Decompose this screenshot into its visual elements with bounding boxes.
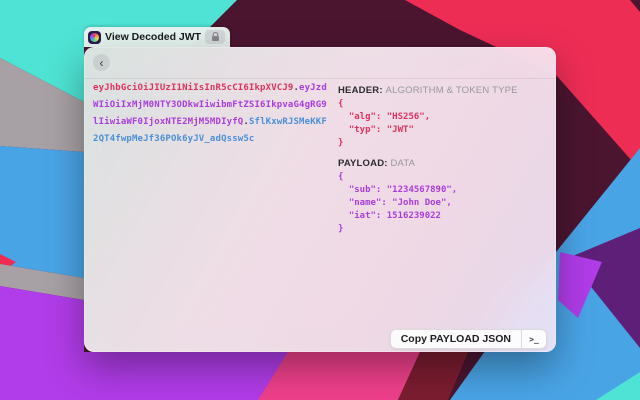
back-button[interactable]: ‹ <box>93 54 110 71</box>
copy-payload-json-label: Copy PAYLOAD JSON <box>391 330 521 348</box>
jwt-extension-icon <box>88 31 101 44</box>
terminal-prompt-icon: >_ <box>521 330 546 348</box>
chevron-left-icon: ‹ <box>100 55 104 71</box>
copy-payload-json-button[interactable]: Copy PAYLOAD JSON >_ <box>390 329 547 349</box>
encoded-jwt-token: eyJhbGciOiJIUzI1NiIsInR5cCI6IkpXVCJ9.eyJ… <box>93 80 333 148</box>
payload-json: { "sub": "1234567890", "name": "John Doe… <box>338 171 548 236</box>
payload-section-sublabel: DATA <box>390 158 415 169</box>
lock-icon[interactable] <box>205 30 225 44</box>
header-divider <box>84 78 556 79</box>
header-json: { "alg": "HS256", "typ": "JWT" } <box>338 98 548 150</box>
window-tab[interactable]: View Decoded JWT <box>84 27 230 47</box>
decoded-jwt-window: ‹ eyJhbGciOiJIUzI1NiIsInR5cCI6IkpXVCJ9.e… <box>84 47 556 352</box>
tab-title: View Decoded JWT <box>105 31 201 43</box>
decoded-sections: HEADER: ALGORITHM & TOKEN TYPE { "alg": … <box>338 85 548 244</box>
header-section-sublabel: ALGORITHM & TOKEN TYPE <box>386 85 518 96</box>
payload-section-label: PAYLOAD: DATA <box>338 158 548 169</box>
header-section-label: HEADER: ALGORITHM & TOKEN TYPE <box>338 85 548 96</box>
